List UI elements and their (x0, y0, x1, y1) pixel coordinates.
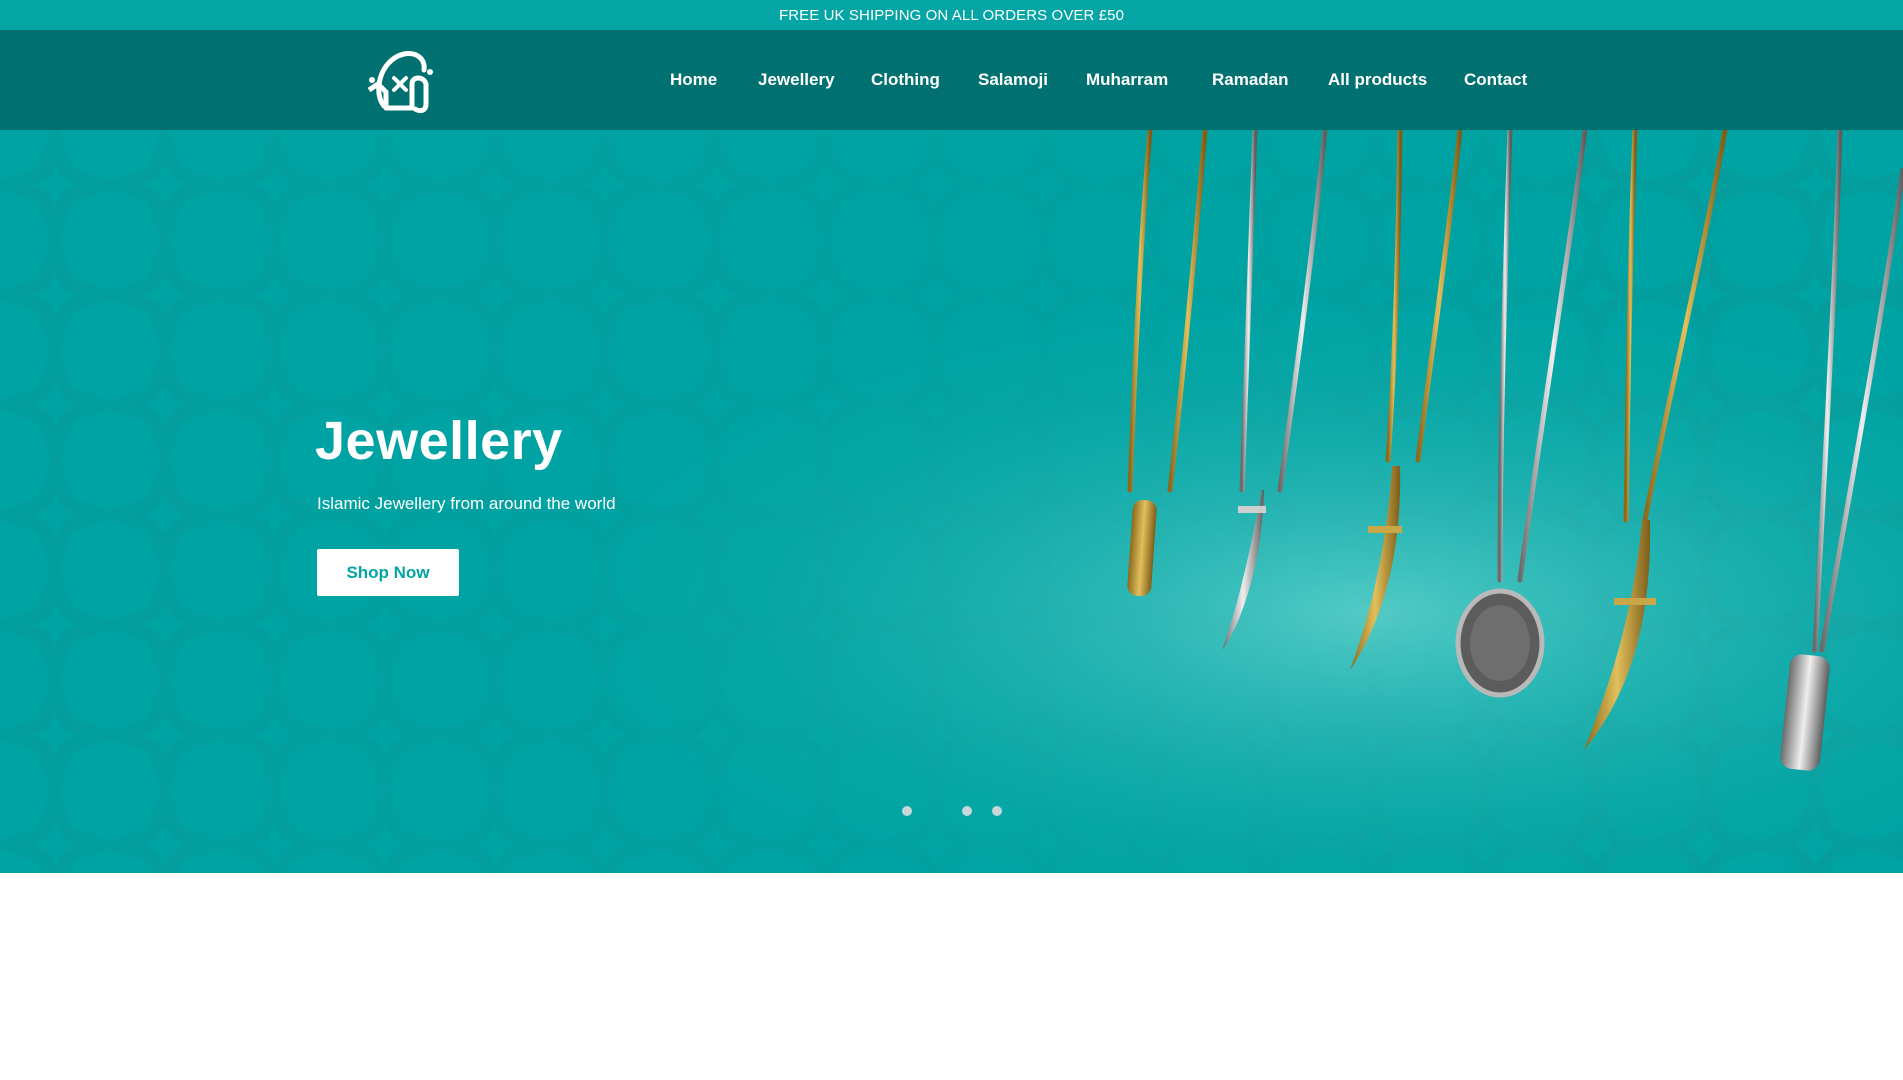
nav-contact[interactable]: Contact (1464, 30, 1527, 130)
site-header: Home Jewellery Clothing Salamoji Muharra… (0, 30, 1903, 130)
nav-clothing[interactable]: Clothing (871, 30, 940, 130)
nav-home[interactable]: Home (670, 30, 717, 130)
calligraphy-logo-icon[interactable] (364, 44, 438, 116)
hero-title: Jewellery (315, 411, 563, 471)
slider-pagination (0, 806, 1903, 818)
shop-now-button[interactable]: Shop Now (317, 549, 459, 596)
slide-dot-3[interactable] (992, 806, 1002, 816)
nav-salamoji[interactable]: Salamoji (978, 30, 1048, 130)
hero-background-image (0, 130, 1903, 873)
hero-subtitle: Islamic Jewellery from around the world (317, 494, 616, 513)
nav-muharram[interactable]: Muharram (1086, 30, 1168, 130)
slide-dot-1[interactable] (902, 806, 912, 816)
nav-ramadan[interactable]: Ramadan (1212, 30, 1289, 130)
announcement-bar: FREE UK SHIPPING ON ALL ORDERS OVER £50 (0, 0, 1903, 30)
nav-jewellery[interactable]: Jewellery (758, 30, 835, 130)
nav-all-products[interactable]: All products (1328, 30, 1427, 130)
slide-dot-2[interactable] (962, 806, 972, 816)
announcement-text: FREE UK SHIPPING ON ALL ORDERS OVER £50 (778, 6, 1125, 24)
hero-slider: Jewellery Islamic Jewellery from around … (0, 130, 1903, 873)
main-nav: Home Jewellery Clothing Salamoji Muharra… (652, 30, 1903, 130)
